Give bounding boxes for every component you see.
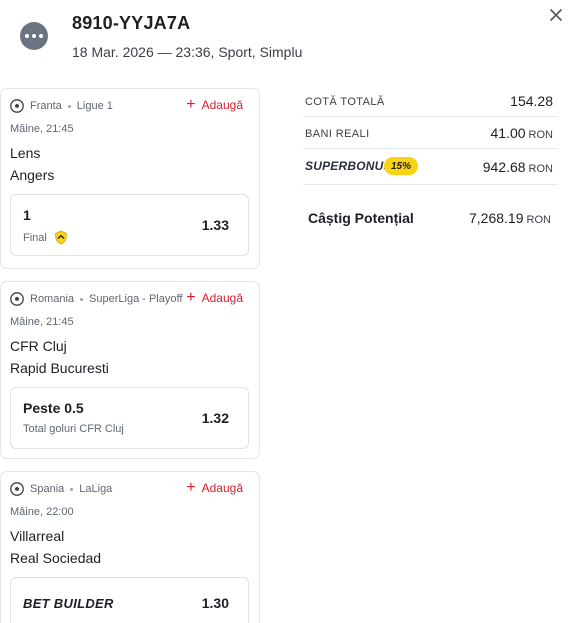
total-odds-value: 154.28 — [510, 93, 553, 109]
add-button-label: Adaugă — [201, 291, 243, 305]
add-button[interactable]: + Adaugă — [186, 289, 243, 306]
divider — [303, 148, 558, 149]
ticket-meta: 18 Mar. 2026 — 23:36, Sport, Simplu — [72, 44, 303, 60]
superbonus-value: 942.68 RON — [483, 159, 553, 175]
potential-win-amount: 7,268.19 — [469, 210, 524, 226]
event-time: Mâine, 21:45 — [10, 123, 74, 135]
separator-dot — [80, 297, 84, 301]
superbonus-amount: 942.68 — [482, 159, 526, 175]
selection-market: Final — [23, 230, 68, 245]
selection-box[interactable]: Peste 0.5 Total goluri CFR Cluj 1.32 — [10, 387, 249, 449]
market-label: Total goluri CFR Cluj — [23, 423, 124, 435]
more-options-icon[interactable] — [20, 22, 48, 50]
event-time: Mâine, 21:45 — [10, 316, 74, 328]
event-header: Romania SuperLiga - Playoff — [10, 292, 182, 306]
selection-name: Peste 0.5 — [23, 400, 84, 416]
selection-box[interactable]: 1 Final 1.33 — [10, 194, 249, 256]
selection-odd: 1.30 — [201, 595, 229, 611]
event-league: SuperLiga - Playoff — [89, 293, 183, 305]
home-team: Lens — [10, 145, 41, 161]
currency-label: RON — [526, 214, 551, 226]
home-team: CFR Cluj — [10, 338, 67, 354]
selection-market: Total goluri CFR Cluj — [23, 423, 124, 435]
event-time: Mâine, 22:00 — [10, 506, 74, 518]
plus-icon: + — [186, 479, 196, 496]
football-icon — [10, 482, 24, 496]
real-money-label: BANI REALI — [305, 128, 370, 140]
away-team: Rapid Bucuresti — [10, 360, 109, 376]
separator-dot — [67, 104, 71, 108]
event-card: Romania SuperLiga - Playoff + Adaugă Mâin… — [0, 281, 260, 459]
potential-win-label: Câștig Potențial — [308, 210, 414, 226]
market-label: Final — [23, 231, 47, 244]
divider — [303, 116, 558, 117]
football-icon — [10, 292, 24, 306]
divider — [303, 184, 558, 185]
superbonus-label: SUPERBONUS — [305, 159, 392, 173]
bet-builder-label: BET BUILDER — [23, 595, 114, 611]
add-button-label: Adaugă — [201, 481, 243, 495]
real-money-value: 41.00 RON — [491, 125, 554, 141]
event-header: Spania LaLiga — [10, 482, 112, 496]
event-league: LaLiga — [79, 483, 113, 495]
selection-odd: 1.33 — [201, 217, 229, 233]
plus-icon: + — [186, 289, 196, 306]
add-button[interactable]: + Adaugă — [186, 479, 243, 496]
away-team: Angers — [10, 167, 55, 183]
plus-icon: + — [186, 96, 196, 113]
event-country: Spania — [30, 483, 65, 495]
selection-odd: 1.32 — [201, 410, 229, 426]
event-country: Romania — [30, 293, 75, 305]
add-button[interactable]: + Adaugă — [186, 96, 243, 113]
selection-name: 1 — [23, 207, 31, 223]
separator-dot — [70, 487, 74, 491]
event-card: Franta Ligue 1 + Adaugă Mâine, 21:45 Lens… — [0, 88, 260, 269]
event-card: Spania LaLiga + Adaugă Mâine, 22:00 Villa… — [0, 471, 260, 623]
currency-label: RON — [528, 129, 553, 141]
event-country: Franta — [30, 100, 62, 112]
event-header: Franta Ligue 1 — [10, 99, 113, 113]
shield-badge-icon — [54, 230, 67, 245]
ticket-id: 8910-YYJA7A — [72, 13, 191, 33]
football-icon — [10, 99, 24, 113]
event-league: Ligue 1 — [76, 100, 113, 112]
potential-win-value: 7,268.19 RON — [469, 210, 551, 226]
close-icon[interactable] — [547, 6, 565, 24]
total-odds-label: COTĂ TOTALĂ — [305, 96, 385, 108]
real-money-amount: 41.00 — [490, 125, 526, 141]
selection-box[interactable]: BET BUILDER 1.30 — [10, 577, 249, 623]
home-team: Villarreal — [10, 528, 65, 544]
add-button-label: Adaugă — [201, 98, 243, 112]
superbonus-percent-badge: 15% — [384, 157, 419, 175]
away-team: Real Sociedad — [10, 550, 102, 566]
currency-label: RON — [528, 163, 553, 175]
